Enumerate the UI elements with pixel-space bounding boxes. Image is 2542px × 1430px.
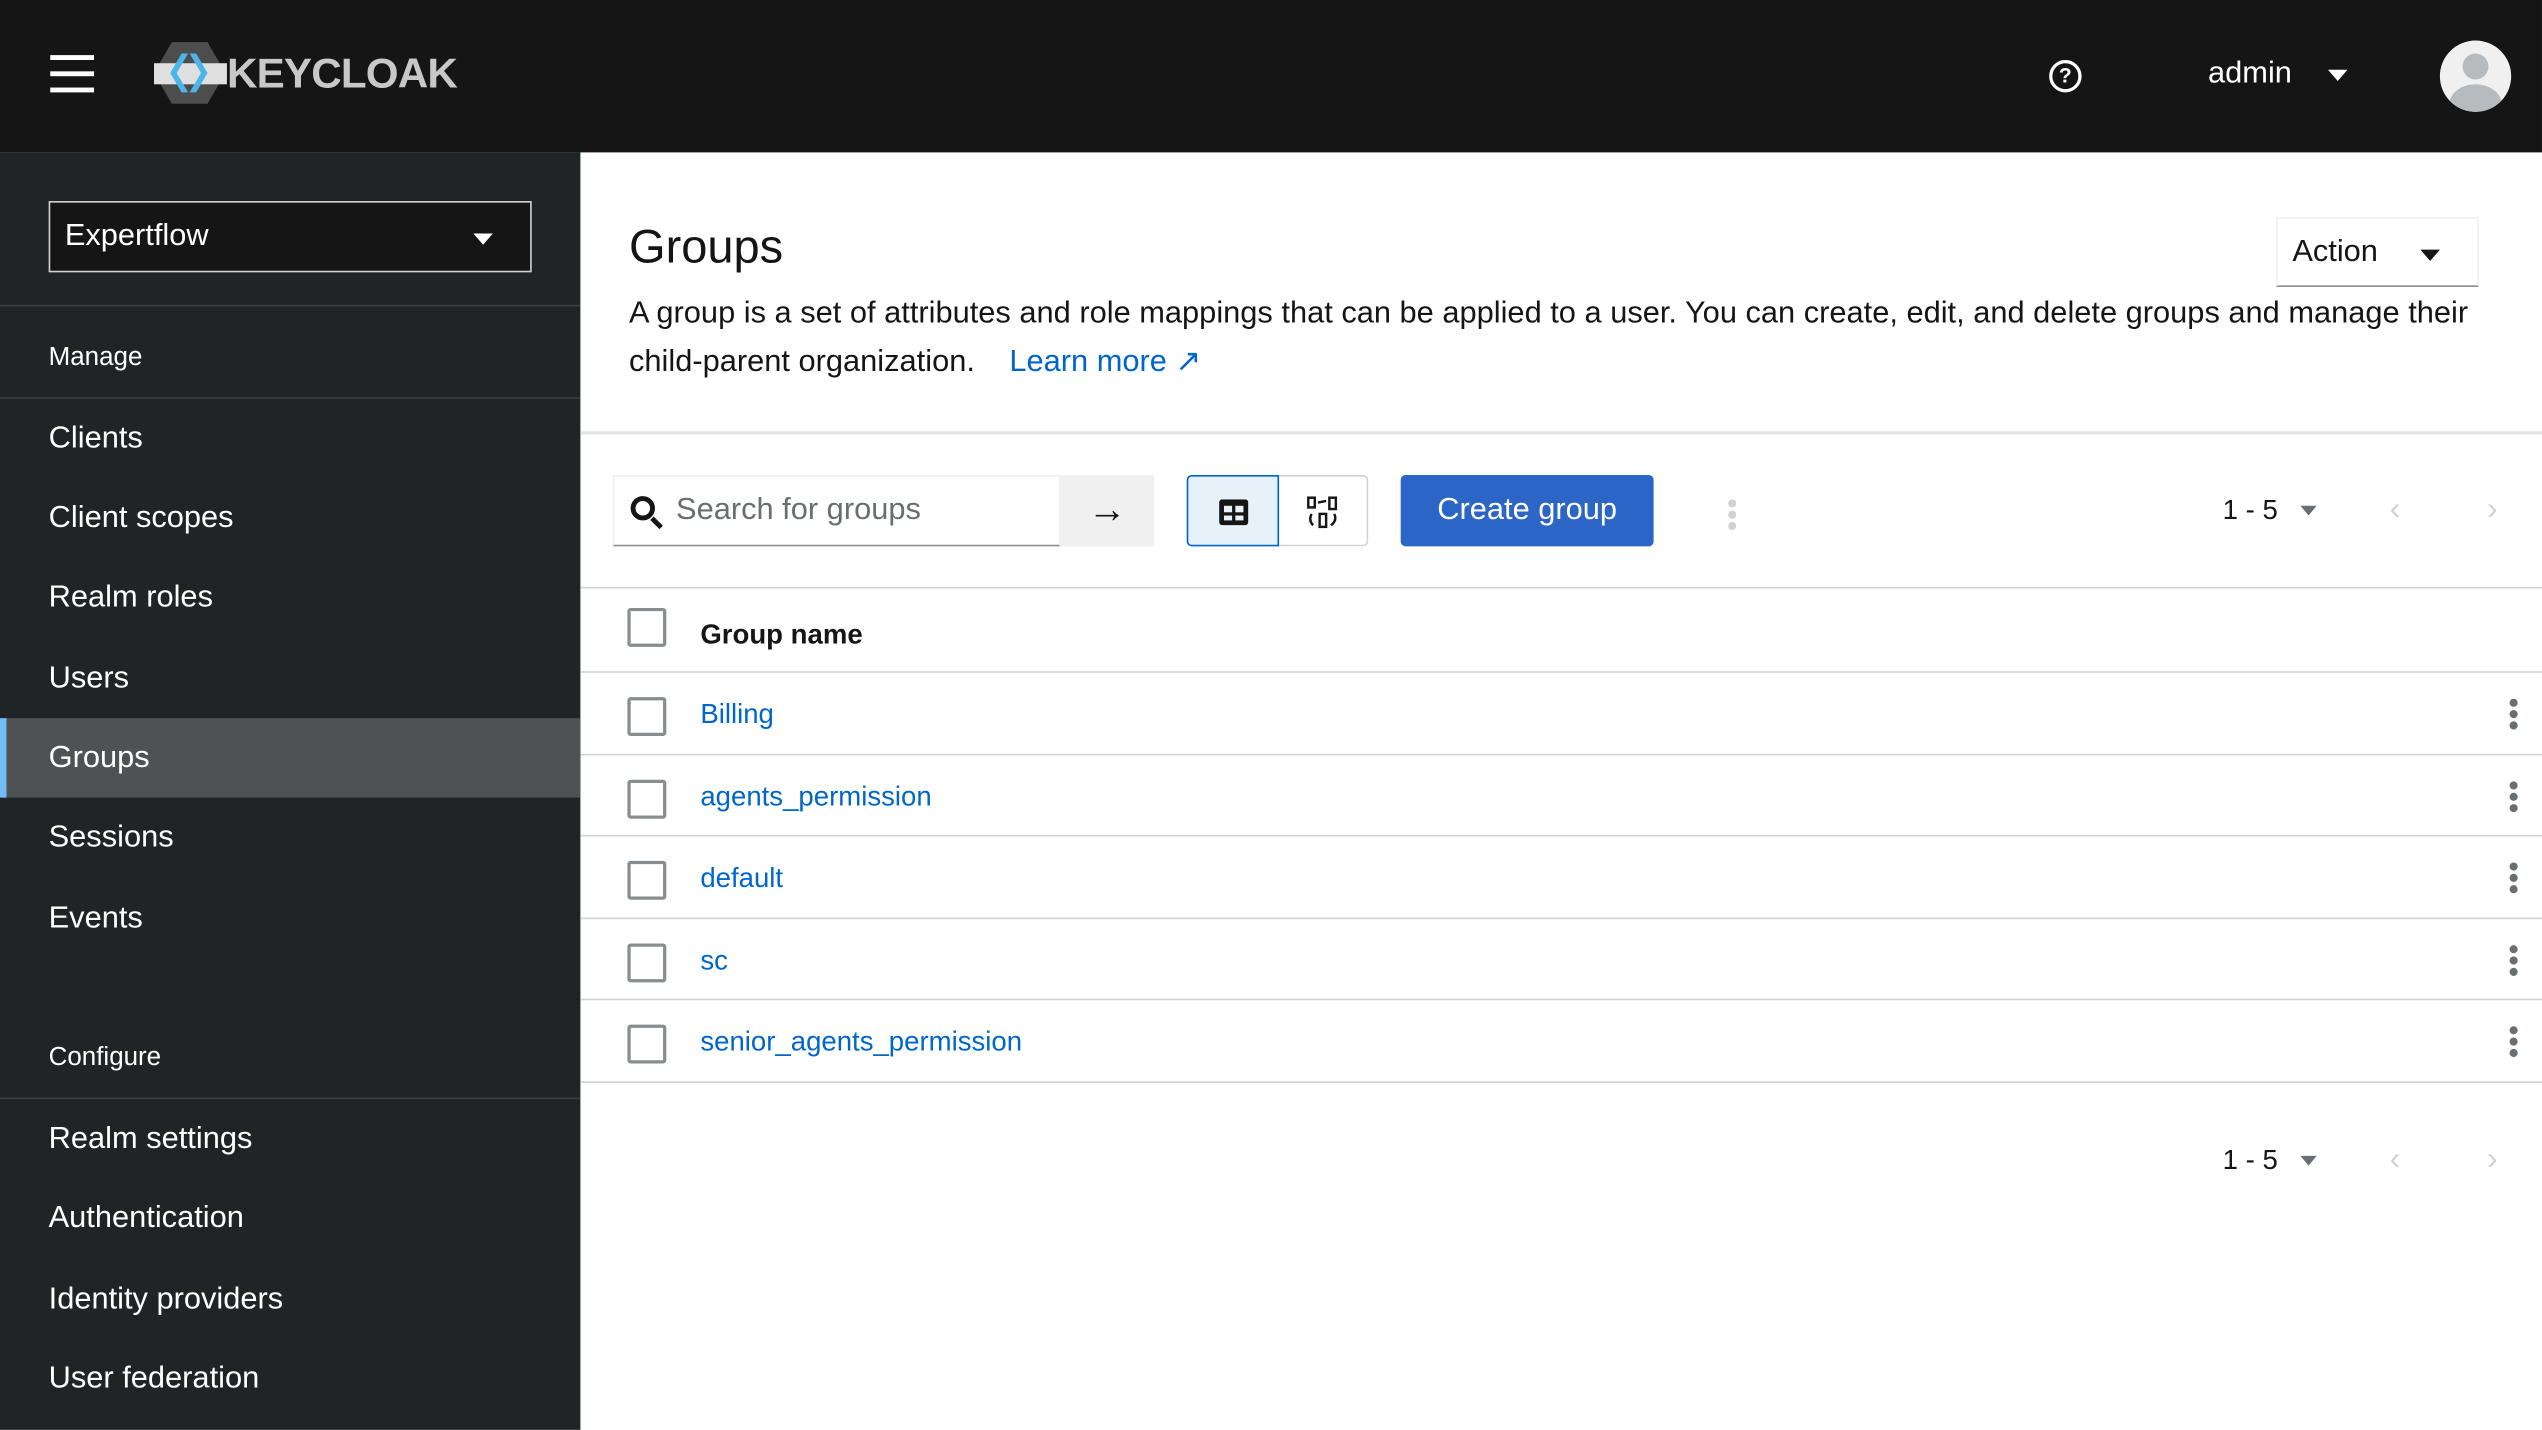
table-row: sc [580, 919, 2542, 1001]
avatar[interactable] [2439, 40, 2512, 112]
search-handle [650, 516, 663, 530]
tree-icon [1307, 496, 1338, 529]
row-kebab-icon[interactable] [2509, 860, 2520, 897]
brand-name: KEYCLOAK [226, 47, 458, 97]
divider [580, 431, 2542, 435]
toolbar-kebab-icon[interactable] [1728, 496, 1738, 533]
masthead: KEYCLOAK ? admin [0, 0, 2542, 153]
row-checkbox[interactable] [627, 697, 667, 737]
action-dropdown[interactable]: Action [2276, 217, 2479, 287]
page-description: A group is a set of attributes and role … [629, 290, 2493, 387]
next-page-button[interactable]: › [2487, 491, 2498, 528]
caret-down-icon [2327, 68, 2348, 81]
username: admin [2208, 56, 2292, 91]
user-dropdown[interactable]: admin [2208, 56, 2348, 93]
keycloak-logo[interactable]: KEYCLOAK [152, 39, 458, 107]
sidebar: Expertflow Manage Clients Client scopes … [0, 152, 581, 1430]
search-input[interactable]: Search for groups [612, 475, 1061, 547]
table-view-toggle[interactable] [1186, 475, 1280, 547]
group-link[interactable]: sc [700, 945, 728, 977]
table-icon [1219, 499, 1249, 526]
select-all-checkbox[interactable] [627, 607, 667, 647]
prev-page-button[interactable]: ‹ [2390, 1141, 2401, 1178]
search-placeholder: Search for groups [676, 492, 921, 527]
row-kebab-icon[interactable] [2509, 942, 2520, 979]
sidebar-item-groups[interactable]: Groups [0, 718, 581, 798]
learn-more-label: Learn more [1009, 345, 1167, 380]
table-header: Group name [580, 588, 2542, 673]
sidebar-item-clients[interactable]: Clients [0, 399, 580, 478]
prev-page-button[interactable]: ‹ [2390, 491, 2401, 528]
realm-selector[interactable]: Expertflow [48, 201, 532, 273]
sidebar-item-users[interactable]: Users [0, 639, 580, 718]
search-icon [630, 496, 655, 521]
learn-more-link[interactable]: Learn more ↗ [1009, 345, 1201, 379]
help-icon[interactable]: ? [2049, 59, 2082, 93]
caret-down-icon [473, 233, 493, 245]
section-manage: Manage [48, 343, 143, 372]
table-row: Billing [580, 673, 2542, 755]
tree-view-toggle[interactable] [1279, 475, 1369, 547]
sidebar-item-client-scopes[interactable]: Client scopes [0, 478, 580, 557]
row-checkbox[interactable] [627, 779, 667, 819]
table-row: default [580, 837, 2542, 919]
sidebar-item-user-federation[interactable]: User federation [0, 1339, 580, 1418]
keycloak-logo-icon [154, 42, 227, 104]
sidebar-item-sessions[interactable]: Sessions [0, 798, 580, 877]
table-row: senior_agents_permission [580, 1001, 2542, 1083]
caret-down-icon [2300, 505, 2317, 516]
row-kebab-icon[interactable] [2509, 695, 2520, 732]
pagination-range: 1 - 5 [2222, 1144, 2278, 1176]
caret-down-icon [2420, 249, 2440, 262]
action-label: Action [2292, 235, 2378, 270]
description-text: A group is a set of attributes and role … [629, 296, 2469, 380]
realm-name: Expertflow [64, 218, 209, 253]
arrow-right-icon: → [1087, 487, 1127, 532]
row-checkbox[interactable] [627, 943, 667, 983]
row-checkbox[interactable] [627, 861, 667, 901]
caret-down-icon [2300, 1155, 2317, 1166]
group-link[interactable]: Billing [700, 699, 774, 731]
row-kebab-icon[interactable] [2509, 778, 2520, 815]
pagination-range: 1 - 5 [2222, 494, 2278, 526]
pagination-top[interactable]: 1 - 5 [2223, 494, 2317, 526]
sidebar-item-events[interactable]: Events [0, 879, 580, 958]
page-title: Groups [629, 222, 784, 274]
external-link-icon: ↗ [1175, 345, 1202, 380]
pagination-bottom[interactable]: 1 - 5 [2223, 1145, 2317, 1177]
sidebar-item-authentication[interactable]: Authentication [0, 1179, 580, 1258]
create-group-button[interactable]: Create group [1400, 475, 1654, 547]
sidebar-item-realm-settings[interactable]: Realm settings [0, 1099, 580, 1178]
sidebar-item-realm-roles[interactable]: Realm roles [0, 558, 580, 637]
column-group-name[interactable]: Group name [700, 619, 862, 651]
section-configure: Configure [48, 1044, 162, 1072]
table-row: agents_permission [580, 755, 2542, 837]
row-checkbox[interactable] [627, 1025, 667, 1065]
search-submit-button[interactable]: → [1060, 475, 1155, 547]
group-link[interactable]: senior_agents_permission [700, 1027, 1022, 1059]
row-kebab-icon[interactable] [2509, 1024, 2520, 1061]
sidebar-item-identity-providers[interactable]: Identity providers [0, 1260, 580, 1339]
hamburger-icon[interactable] [50, 55, 95, 93]
group-link[interactable]: default [700, 863, 783, 895]
next-page-button[interactable]: › [2487, 1141, 2498, 1178]
group-link[interactable]: agents_permission [700, 781, 931, 813]
